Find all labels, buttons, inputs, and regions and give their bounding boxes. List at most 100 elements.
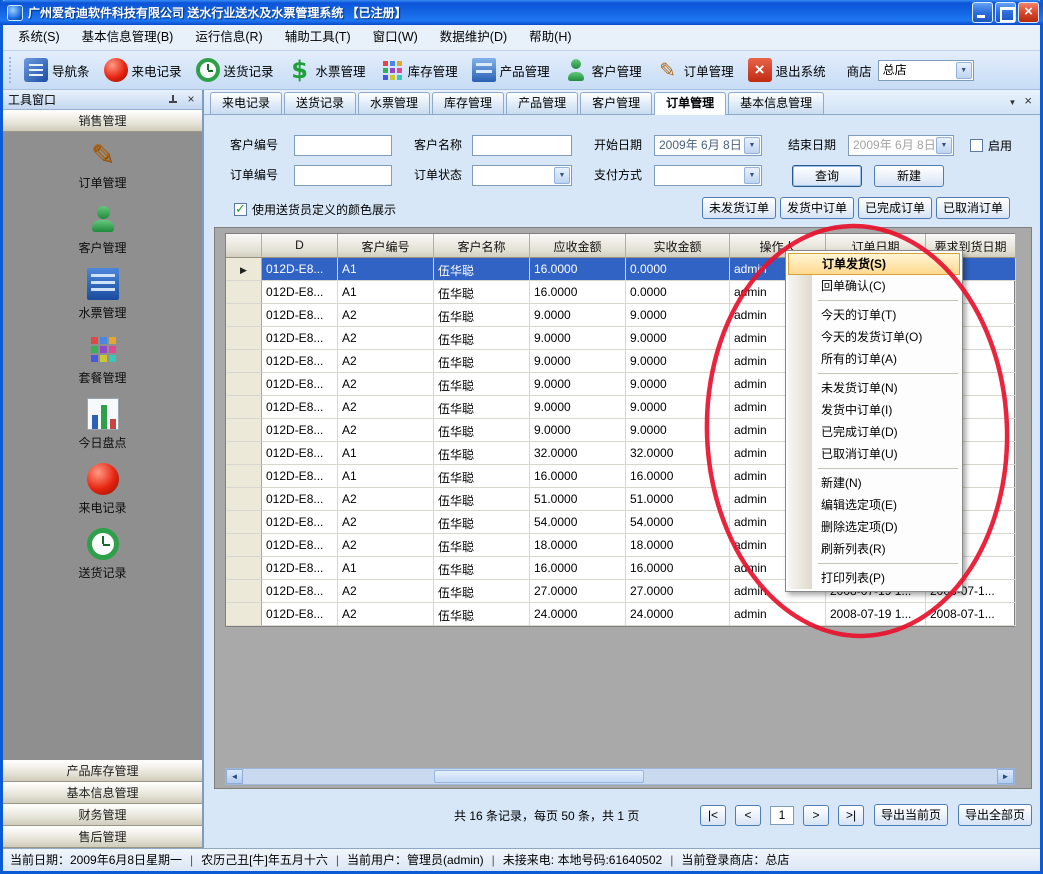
context-menu-item[interactable] (788, 297, 960, 304)
header-received[interactable]: 实收金额 (626, 234, 730, 258)
order-status-select[interactable] (472, 165, 572, 186)
sidebar-group[interactable]: 财务管理 (3, 804, 202, 826)
filter-shipping-button[interactable]: 发货中订单 (780, 197, 854, 219)
last-page-button[interactable]: >| (838, 805, 864, 826)
menu-item[interactable]: 窗口(W) (362, 25, 429, 50)
context-menu-item[interactable]: 订单发货(S) (788, 253, 960, 275)
export-current-page-button[interactable]: 导出当前页 (874, 804, 948, 826)
sidebar-item[interactable]: 今日盘点 (3, 392, 202, 457)
toolbar-button[interactable]: 退出系统 (741, 54, 833, 86)
document-tab[interactable]: 客户管理 (580, 92, 652, 114)
menu-item[interactable]: 辅助工具(T) (274, 25, 362, 50)
context-menu-item[interactable]: 已取消订单(U) (788, 443, 960, 465)
context-menu-item[interactable]: 发货中订单(I) (788, 399, 960, 421)
sidebar-item[interactable]: 客户管理 (3, 197, 202, 262)
document-tab[interactable]: 水票管理 (358, 92, 430, 114)
row-selector[interactable] (226, 419, 262, 442)
export-all-pages-button[interactable]: 导出全部页 (958, 804, 1032, 826)
menu-item[interactable]: 基本信息管理(B) (71, 25, 185, 50)
filter-completed-button[interactable]: 已完成订单 (858, 197, 932, 219)
document-tab[interactable]: 订单管理 (654, 92, 726, 115)
context-menu-item[interactable]: 新建(N) (788, 472, 960, 494)
sidebar-group[interactable]: 基本信息管理 (3, 782, 202, 804)
end-date-picker[interactable]: 2009年 6月 8日 (848, 135, 954, 156)
row-selector[interactable] (226, 327, 262, 350)
toolbar-button[interactable]: 产品管理 (465, 54, 557, 86)
document-tab[interactable]: 来电记录 (210, 92, 282, 114)
chevron-down-icon[interactable] (744, 137, 760, 154)
minimize-button[interactable] (972, 2, 993, 23)
sidebar-item[interactable]: 水票管理 (3, 262, 202, 327)
first-page-button[interactable]: |< (700, 805, 726, 826)
pin-icon[interactable] (168, 95, 178, 105)
close-button[interactable] (1018, 2, 1039, 23)
row-selector[interactable] (226, 534, 262, 557)
query-button[interactable]: 查询 (792, 165, 862, 187)
row-selector[interactable] (226, 488, 262, 511)
sidebar-item[interactable]: 订单管理 (3, 132, 202, 197)
document-tab[interactable]: 库存管理 (432, 92, 504, 114)
toolbar-button[interactable]: 库存管理 (373, 54, 465, 86)
scroll-right-icon[interactable] (997, 769, 1014, 784)
row-selector[interactable] (226, 396, 262, 419)
prev-page-button[interactable]: < (735, 805, 761, 826)
sidebar-group[interactable]: 产品库存管理 (3, 760, 202, 782)
menu-item[interactable]: 数据维护(D) (429, 25, 518, 50)
row-selector[interactable] (226, 603, 262, 626)
customer-name-input[interactable] (472, 135, 572, 156)
row-selector[interactable] (226, 465, 262, 488)
context-menu-item[interactable]: 今天的订单(T) (788, 304, 960, 326)
chevron-down-icon[interactable] (554, 167, 570, 184)
header-id[interactable]: D (262, 234, 338, 258)
next-page-button[interactable]: > (803, 805, 829, 826)
sidebar-item[interactable]: 来电记录 (3, 457, 202, 522)
maximize-button[interactable] (995, 2, 1016, 23)
header-receivable[interactable]: 应收金额 (530, 234, 626, 258)
document-tab[interactable]: 送货记录 (284, 92, 356, 114)
row-selector[interactable] (226, 281, 262, 304)
context-menu-item[interactable]: 回单确认(C) (788, 275, 960, 297)
row-selector[interactable] (226, 580, 262, 603)
context-menu-item[interactable]: 打印列表(P) (788, 567, 960, 589)
toolbar-button[interactable]: 来电记录 (97, 54, 189, 86)
new-button[interactable]: 新建 (874, 165, 944, 187)
horizontal-scrollbar[interactable] (225, 768, 1015, 785)
chevron-down-icon[interactable] (744, 167, 760, 184)
tab-list-dropdown-icon[interactable] (1008, 92, 1016, 110)
toolbar-button[interactable]: 客户管理 (557, 54, 649, 86)
context-menu-item[interactable]: 刷新列表(R) (788, 538, 960, 560)
sidebar-item[interactable]: 送货记录 (3, 522, 202, 587)
order-no-input[interactable] (294, 165, 392, 186)
store-select[interactable]: 总店 (878, 60, 974, 81)
row-selector[interactable] (226, 258, 262, 281)
row-selector[interactable] (226, 373, 262, 396)
context-menu-item[interactable]: 所有的订单(A) (788, 348, 960, 370)
document-tab[interactable]: 基本信息管理 (728, 92, 824, 114)
context-menu-item[interactable] (788, 560, 960, 567)
page-number-input[interactable] (770, 806, 794, 825)
row-selector[interactable] (226, 557, 262, 580)
menu-item[interactable]: 帮助(H) (518, 25, 582, 50)
context-menu-item[interactable]: 今天的发货订单(O) (788, 326, 960, 348)
row-selector[interactable] (226, 350, 262, 373)
row-selector[interactable] (226, 442, 262, 465)
context-menu-item[interactable]: 编辑选定项(E) (788, 494, 960, 516)
enable-checkbox[interactable] (970, 139, 983, 152)
tab-close-icon[interactable] (1024, 92, 1032, 110)
sidebar-group[interactable]: 售后管理 (3, 826, 202, 848)
filter-cancelled-button[interactable]: 已取消订单 (936, 197, 1010, 219)
chevron-down-icon[interactable] (956, 62, 972, 79)
context-menu-item[interactable] (788, 465, 960, 472)
menu-item[interactable]: 系统(S) (7, 25, 71, 50)
row-selector[interactable] (226, 511, 262, 534)
table-row[interactable]: 012D-E8... A2 伍华聪 24.0000 24.0000 admin … (226, 603, 1014, 626)
scrollbar-thumb[interactable] (434, 770, 644, 783)
chevron-down-icon[interactable] (936, 137, 952, 154)
start-date-picker[interactable]: 2009年 6月 8日 (654, 135, 762, 156)
header-customer-no[interactable]: 客户编号 (338, 234, 434, 258)
document-tab[interactable]: 产品管理 (506, 92, 578, 114)
scroll-left-icon[interactable] (226, 769, 243, 784)
row-selector[interactable] (226, 304, 262, 327)
toolbar-button[interactable]: 水票管理 (281, 54, 373, 86)
header-customer-name[interactable]: 客户名称 (434, 234, 530, 258)
